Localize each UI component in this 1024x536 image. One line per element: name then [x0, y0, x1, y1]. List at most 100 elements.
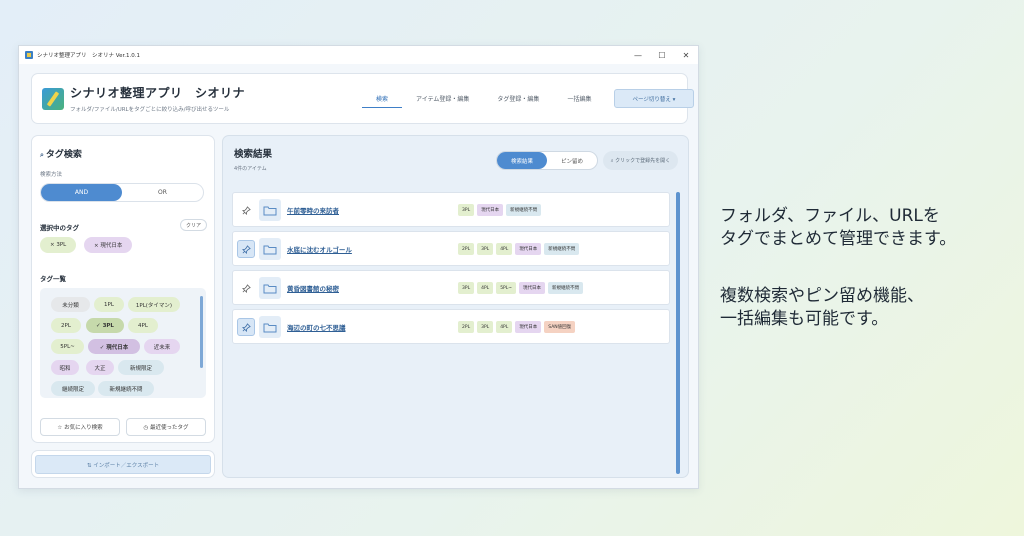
main-nav: 検索 アイテム登録・編集 タグ登録・編集 一括編集 — [362, 92, 605, 108]
folder-icon[interactable] — [259, 316, 281, 338]
result-tag: 4PL — [477, 282, 494, 294]
app-logo-icon — [42, 88, 64, 110]
mode-and-option[interactable]: AND — [41, 184, 122, 201]
result-item-tags: 2PL 3PL 4PL 現代日本 SAN値回復 — [458, 321, 576, 333]
pin-icon[interactable] — [237, 279, 255, 297]
result-tag: 現代日本 — [519, 282, 546, 294]
pin-icon[interactable] — [237, 201, 255, 219]
close-icon[interactable]: ✕ — [674, 46, 698, 64]
result-tag: 2PL — [458, 243, 475, 255]
mode-or-option[interactable]: OR — [122, 184, 203, 201]
result-tag: SAN値回復 — [544, 321, 576, 333]
minimize-icon[interactable]: — — [626, 46, 650, 64]
tag-chip[interactable]: 5PL~ — [51, 339, 84, 354]
result-item-name[interactable]: 海辺の町の七不思議 — [287, 322, 346, 332]
results-count: 4件のアイテム — [234, 166, 267, 172]
promo-line-4: 一括編集も可能です。 — [720, 309, 889, 329]
result-item-tags: 2PL 3PL 4PL 現代日本 新規継続不問 — [458, 243, 580, 255]
selected-tags-label: 選択中のタグ — [40, 224, 79, 232]
result-tag: 3PL — [477, 243, 494, 255]
import-export-button[interactable]: ⇅ インポート／エクスポート — [35, 455, 211, 474]
search-results-panel: 検索結果 4件のアイテム 検索結果 ピン留め ⌕ クリックで登録先を開く 午前零… — [222, 135, 689, 478]
search-mode-toggle: AND OR — [40, 183, 204, 202]
tab-search[interactable]: 検索 — [362, 92, 403, 108]
results-scrollbar[interactable] — [676, 192, 680, 474]
header: シナリオ整理アプリ シオリナ フォルダ/ファイル/URLをタグごとに絞り込み/呼… — [31, 73, 694, 124]
window-controls: — ☐ ✕ — [626, 46, 698, 64]
result-item-tags: 3PL 現代日本 新規継続不問 — [458, 204, 542, 216]
search-mode-label: 検索方法 — [40, 172, 63, 178]
result-row[interactable]: 海辺の町の七不思議 2PL 3PL 4PL 現代日本 SAN値回復 — [232, 309, 670, 344]
tag-chip[interactable]: ✓ 3PL — [86, 318, 124, 333]
result-tag: 4PL — [496, 321, 513, 333]
result-tag: 5PL~ — [496, 282, 517, 294]
tag-list-scrollbar[interactable] — [200, 296, 203, 368]
recent-tags-button[interactable]: ◷ 最近使ったタグ — [126, 418, 206, 436]
tag-chip[interactable]: 新規継続不問 — [98, 381, 154, 396]
favorites-search-button[interactable]: ☆ お気に入り検索 — [40, 418, 120, 436]
tag-chip[interactable]: 2PL — [51, 318, 81, 333]
tag-chip[interactable]: 継続限定 — [51, 381, 95, 396]
results-view-toggle: 検索結果 ピン留め — [496, 151, 598, 170]
tag-chip[interactable]: 4PL — [128, 318, 158, 333]
app-icon — [25, 51, 33, 59]
tag-list: 未分類 1PL 1PL(タイマン) 2PL ✓ 3PL 4PL 5PL~ ✓ 現… — [40, 288, 206, 398]
result-tag: 3PL — [458, 204, 475, 216]
clear-button[interactable]: クリア — [180, 219, 207, 231]
result-tag: 現代日本 — [477, 204, 504, 216]
pin-icon[interactable] — [237, 240, 255, 258]
tag-chip[interactable]: ✓ 現代日本 — [88, 339, 140, 354]
result-item-name[interactable]: 水底に沈むオルゴール — [287, 244, 352, 254]
result-tag: 新規継続不問 — [544, 243, 580, 255]
tag-chip[interactable]: 1PL(タイマン) — [128, 297, 180, 312]
tag-chip[interactable]: 大正 — [86, 360, 114, 375]
result-row[interactable]: 水底に沈むオルゴール 2PL 3PL 4PL 現代日本 新規継続不問 — [232, 231, 670, 266]
promo-line-2: タグでまとめて管理できます。 — [720, 229, 957, 249]
selected-tag-modern-japan[interactable]: × 現代日本 — [84, 237, 133, 253]
promo-line-3: 複数検索やピン留め機能、 — [720, 286, 924, 306]
title-bar: シナリオ整理アプリ シオリナ Ver.1.0.1 — ☐ ✕ — [19, 46, 698, 64]
tag-chip[interactable]: 昭和 — [51, 360, 79, 375]
folder-icon[interactable] — [259, 277, 281, 299]
import-export-panel: ⇅ インポート／エクスポート — [31, 450, 215, 478]
tab-item-edit[interactable]: アイテム登録・編集 — [402, 92, 483, 108]
view-results-option[interactable]: 検索結果 — [497, 152, 547, 169]
result-tag: 2PL — [458, 321, 475, 333]
app-title: シナリオ整理アプリ シオリナ — [70, 86, 246, 100]
folder-icon[interactable] — [259, 238, 281, 260]
tag-list-label: タグ一覧 — [40, 275, 66, 283]
tab-bulk-edit[interactable]: 一括編集 — [553, 92, 605, 108]
result-item-name[interactable]: 黄昏図書館の秘密 — [287, 283, 339, 293]
app-window: シナリオ整理アプリ シオリナ Ver.1.0.1 — ☐ ✕ シナリオ整理アプリ… — [18, 45, 699, 489]
tag-search-panel: ⌕ タグ検索 検索方法 AND OR 選択中のタグ クリア × 3PL × 現代日… — [31, 135, 215, 443]
tag-chip[interactable]: 新規限定 — [118, 360, 164, 375]
result-tag: 3PL — [458, 282, 475, 294]
search-icon: ⌕ — [40, 151, 44, 159]
tag-chip[interactable]: 1PL — [94, 297, 124, 312]
tag-search-title-text: タグ検索 — [45, 150, 82, 160]
result-tag: 現代日本 — [515, 321, 542, 333]
result-list: 午前零時の来訪者 3PL 現代日本 新規継続不問 水底に沈むオルゴール 2PL 3PL 4PL… — [232, 192, 670, 348]
app-subtitle: フォルダ/ファイル/URLをタグごとに絞り込み/呼び出せるツール — [70, 107, 230, 113]
result-tag: 新規継続不問 — [506, 204, 542, 216]
selected-tag-3pl[interactable]: × 3PL — [40, 237, 77, 253]
open-location-button[interactable]: ⌕ クリックで登録先を開く — [603, 151, 678, 170]
window-title: シナリオ整理アプリ シオリナ Ver.1.0.1 — [37, 53, 140, 59]
result-item-tags: 3PL 4PL 5PL~ 現代日本 新規継続不問 — [458, 282, 584, 294]
promo-line-1: フォルダ、ファイル、URLを — [720, 206, 940, 226]
result-tag: 新規継続不問 — [548, 282, 584, 294]
result-row[interactable]: 午前零時の来訪者 3PL 現代日本 新規継続不問 — [232, 192, 670, 227]
pin-icon[interactable] — [237, 318, 255, 336]
result-tag: 現代日本 — [515, 243, 542, 255]
result-row[interactable]: 黄昏図書館の秘密 3PL 4PL 5PL~ 現代日本 新規継続不問 — [232, 270, 670, 305]
results-title: 検索結果 — [234, 149, 273, 160]
tag-chip[interactable]: 未分類 — [51, 297, 90, 312]
page-switch-button[interactable]: ページ切り替え ▾ — [614, 89, 694, 108]
tag-chip[interactable]: 近未来 — [144, 339, 180, 354]
maximize-icon[interactable]: ☐ — [650, 46, 674, 64]
tab-tag-edit[interactable]: タグ登録・編集 — [483, 92, 553, 108]
result-tag: 3PL — [477, 321, 494, 333]
view-pinned-option[interactable]: ピン留め — [547, 152, 597, 169]
result-item-name[interactable]: 午前零時の来訪者 — [287, 205, 339, 215]
folder-icon[interactable] — [259, 199, 281, 221]
